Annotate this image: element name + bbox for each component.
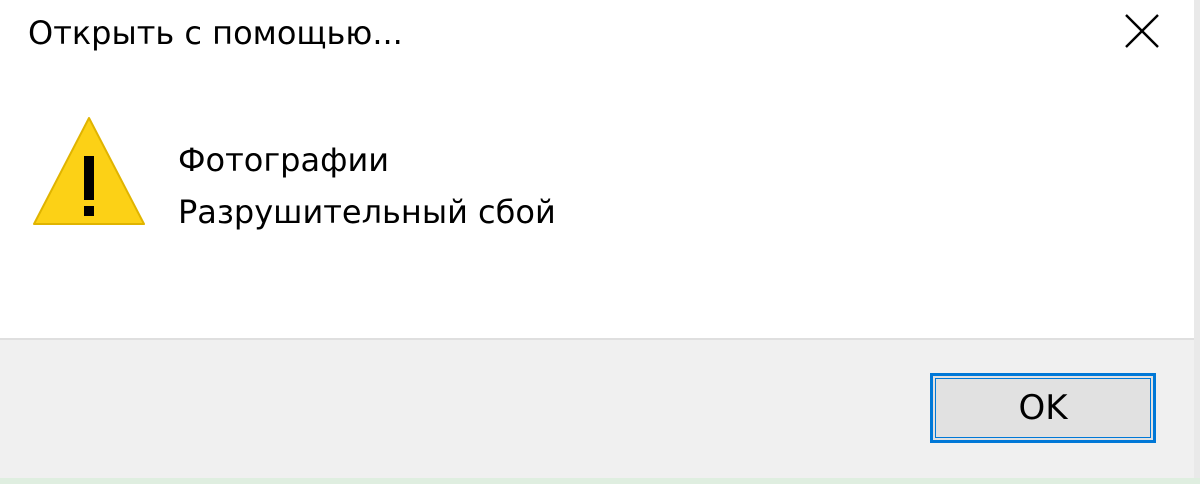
ok-button-label: OK bbox=[1018, 388, 1068, 428]
close-button[interactable] bbox=[1096, 0, 1188, 62]
dialog-title: Открыть с помощью... bbox=[28, 14, 403, 52]
button-bar: OK bbox=[0, 338, 1200, 484]
close-icon bbox=[1125, 14, 1159, 48]
message-text: Фотографии Разрушительный сбой bbox=[178, 134, 556, 238]
window-right-border bbox=[1194, 0, 1200, 484]
window-bottom-border bbox=[0, 478, 1200, 484]
title-bar[interactable]: Открыть с помощью... bbox=[0, 0, 1200, 70]
ok-button[interactable]: OK bbox=[930, 373, 1156, 443]
dialog-content: Фотографии Разрушительный сбой bbox=[0, 70, 1200, 338]
message-app-name: Фотографии bbox=[178, 141, 390, 179]
warning-icon bbox=[33, 117, 145, 225]
dialog-window: Открыть с помощью... Фотографии Разрушит… bbox=[0, 0, 1200, 484]
message-error: Разрушительный сбой bbox=[178, 193, 556, 231]
